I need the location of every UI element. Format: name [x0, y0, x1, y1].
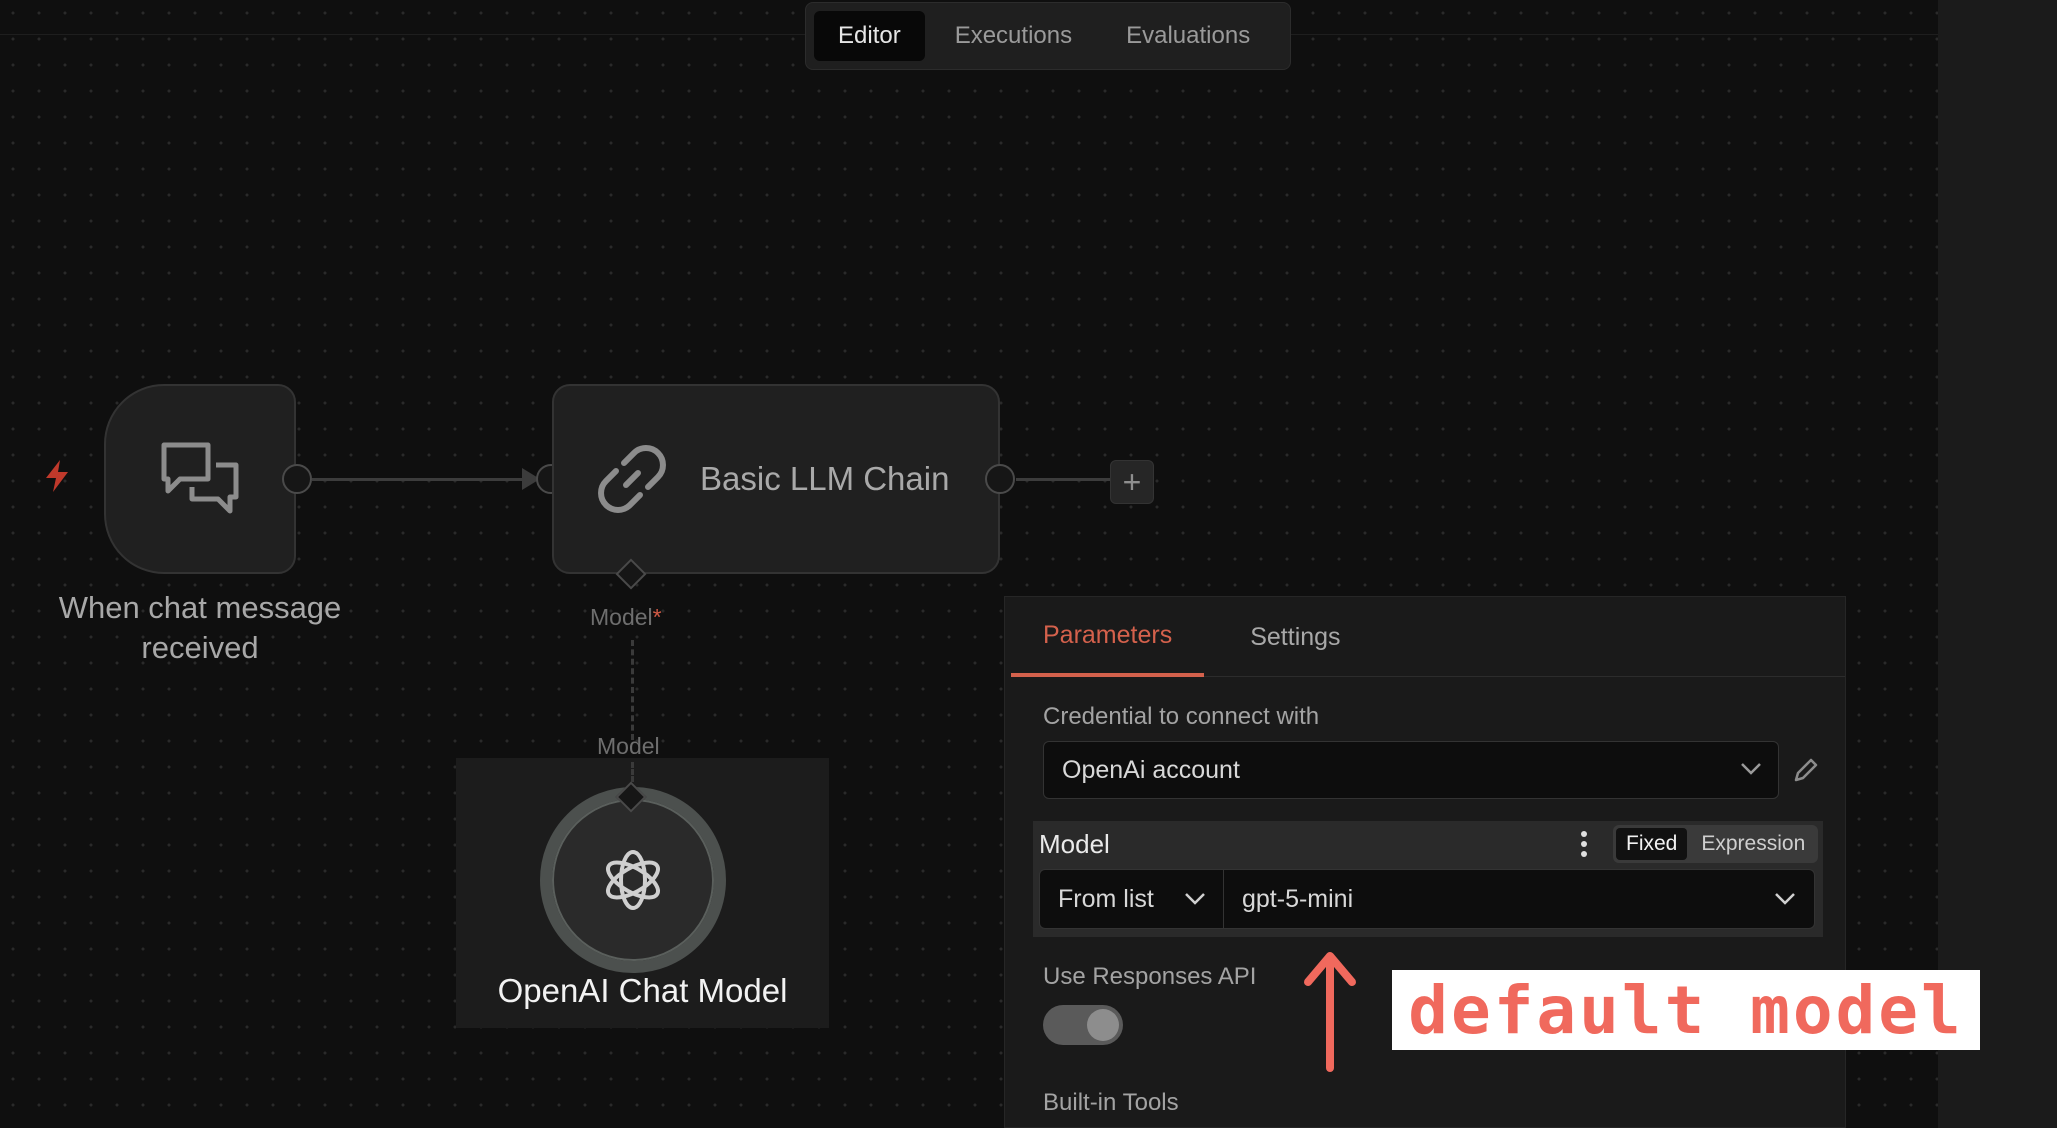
chat-trigger-output-port[interactable]: [282, 464, 312, 494]
more-options-icon[interactable]: [1579, 829, 1589, 859]
tab-executions[interactable]: Executions: [931, 11, 1096, 61]
link-icon: [598, 445, 666, 513]
openai-chat-model-node[interactable]: [540, 787, 726, 973]
model-value: gpt-5-mini: [1242, 884, 1354, 913]
toggle-knob: [1087, 1009, 1119, 1041]
chat-trigger-node[interactable]: [104, 384, 296, 574]
model-value-select[interactable]: gpt-5-mini: [1223, 869, 1815, 929]
builtin-tools-label: Built-in Tools: [1043, 1089, 1179, 1116]
model-parameter: Model Fixed Expression From list gpt-5-m…: [1033, 821, 1823, 937]
expression-option[interactable]: Expression: [1691, 828, 1815, 860]
chevron-down-icon: [1775, 893, 1795, 905]
tab-evaluations[interactable]: Evaluations: [1102, 11, 1274, 61]
basic-llm-chain-node[interactable]: Basic LLM Chain: [552, 384, 1000, 574]
model-label: Model: [1039, 829, 1110, 859]
model-input-label: Model*: [590, 604, 662, 630]
model-source-value: From list: [1058, 884, 1154, 913]
panel-tabs: Parameters Settings: [1011, 597, 1845, 677]
fixed-expression-toggle[interactable]: Fixed Expression: [1613, 825, 1819, 863]
view-tabs: Editor Executions Evaluations: [805, 2, 1291, 70]
model-connection-dashed: [631, 640, 634, 740]
annotation-label: default model: [1392, 970, 1980, 1050]
lightning-icon: [46, 460, 68, 492]
right-edge-panel: [1938, 0, 2057, 1128]
edit-pencil-icon[interactable]: [1791, 755, 1821, 785]
chat-bubbles-icon: [161, 442, 239, 514]
model-connection-dashed: [631, 762, 634, 782]
tab-editor[interactable]: Editor: [814, 11, 925, 61]
chat-trigger-label: When chat message received: [58, 590, 342, 665]
llm-chain-title: Basic LLM Chain: [700, 460, 950, 497]
connection-edge: [312, 478, 536, 481]
openai-chat-model-label: OpenAI Chat Model: [497, 972, 788, 1009]
model-source-select[interactable]: From list: [1039, 869, 1225, 929]
connection-edge: [1016, 478, 1110, 481]
responses-api-label: Use Responses API: [1043, 963, 1257, 990]
openai-icon: [606, 850, 660, 910]
responses-api-toggle[interactable]: [1043, 1005, 1123, 1045]
tab-settings[interactable]: Settings: [1218, 597, 1372, 677]
chevron-down-icon: [1185, 893, 1205, 905]
fixed-option[interactable]: Fixed: [1616, 828, 1688, 860]
credential-label: Credential to connect with: [1043, 703, 1320, 730]
up-arrow-icon: [1304, 952, 1356, 1072]
llm-chain-output-port[interactable]: [985, 464, 1015, 494]
add-node-button[interactable]: +: [1110, 460, 1154, 504]
credential-select[interactable]: OpenAi account: [1043, 741, 1779, 799]
credential-value: OpenAi account: [1062, 755, 1240, 784]
chevron-down-icon: [1741, 763, 1761, 775]
tab-parameters[interactable]: Parameters: [1011, 597, 1205, 677]
model-output-label: Model: [597, 733, 660, 759]
